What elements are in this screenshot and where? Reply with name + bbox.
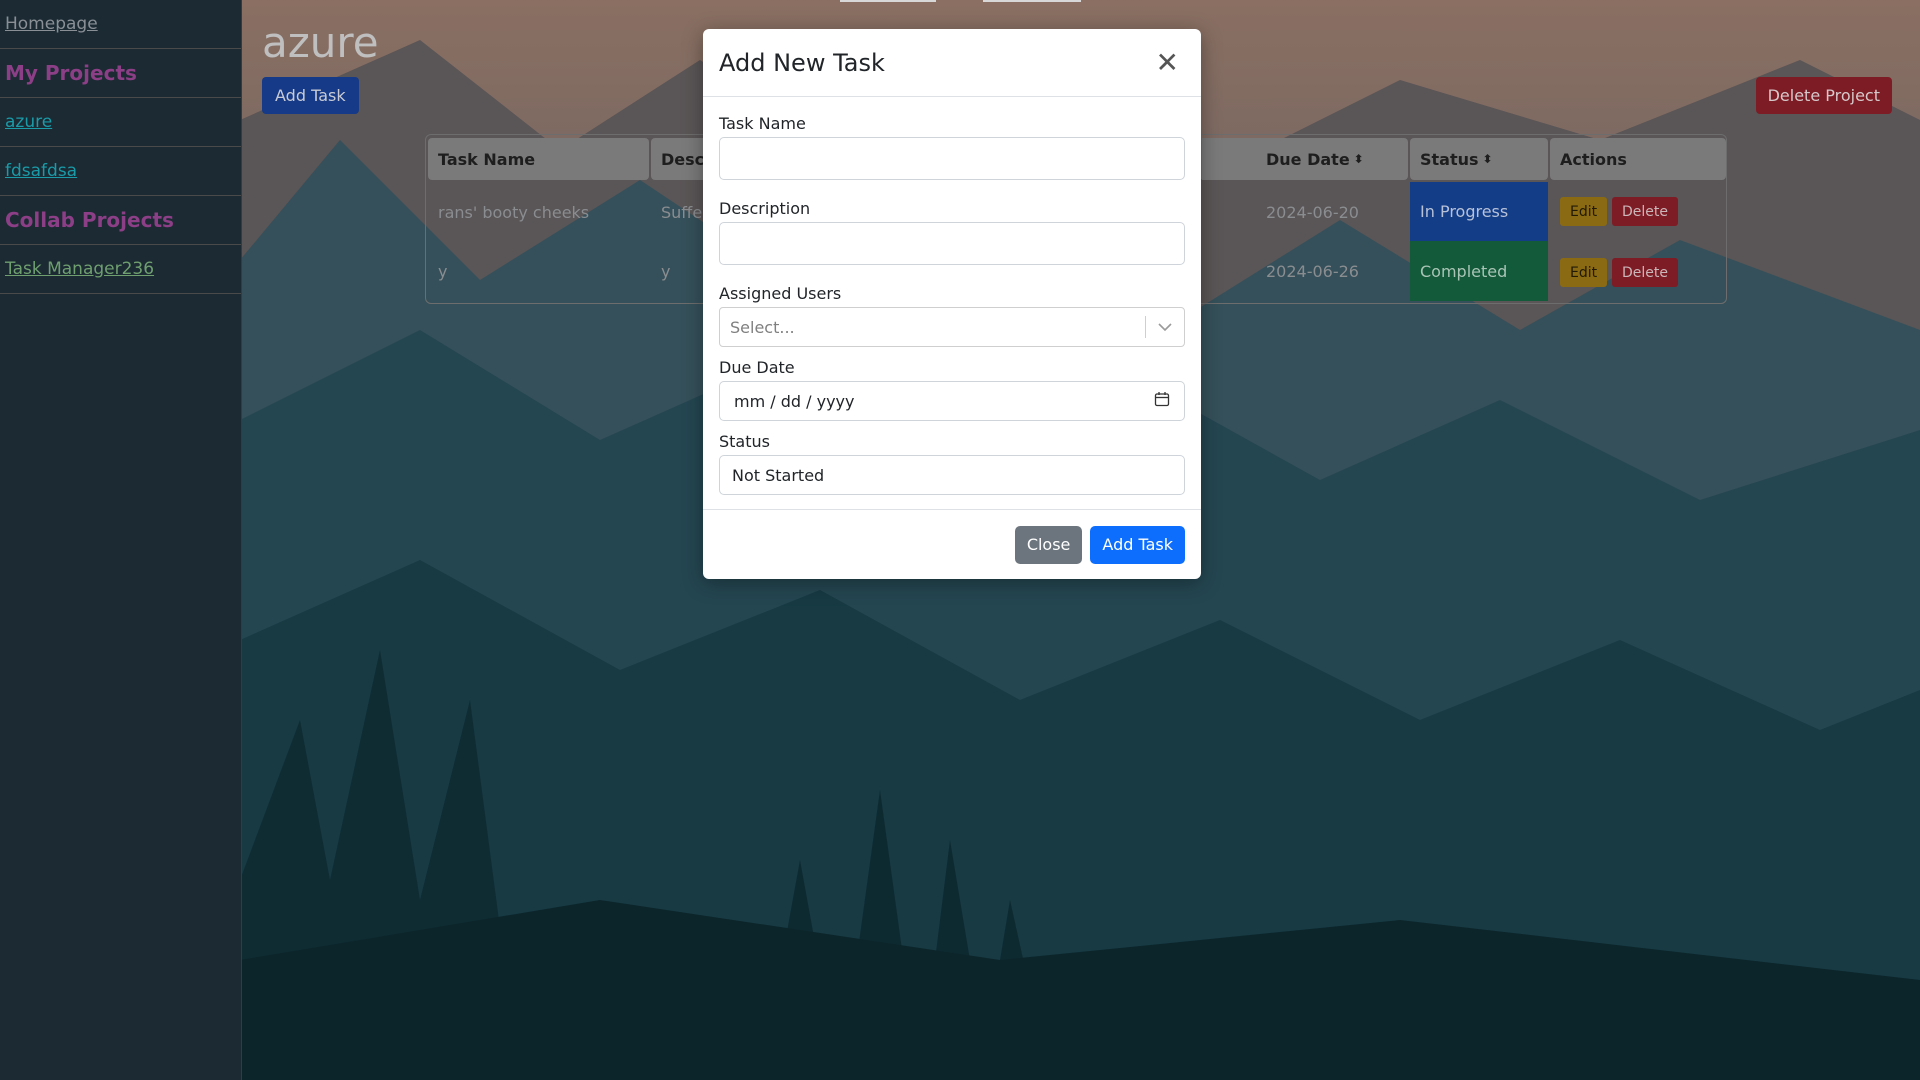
modal-title: Add New Task bbox=[719, 48, 885, 77]
status-select[interactable]: Not Started bbox=[719, 455, 1185, 495]
assigned-users-placeholder: Select... bbox=[730, 317, 795, 337]
close-button[interactable]: Close bbox=[1014, 525, 1083, 564]
modal-header: Add New Task ✕ bbox=[703, 29, 1201, 97]
due-date-input[interactable]: mm / dd / yyyy bbox=[719, 381, 1185, 421]
chevron-down-icon[interactable] bbox=[1146, 322, 1184, 332]
status-label: Status bbox=[719, 431, 770, 451]
submit-add-task-button[interactable]: Add Task bbox=[1090, 525, 1185, 564]
description-input[interactable] bbox=[719, 222, 1185, 265]
modal-body: Task Name Description Assigned Users Sel… bbox=[703, 97, 1201, 495]
task-name-label: Task Name bbox=[719, 113, 806, 133]
due-date-placeholder: mm / dd / yyyy bbox=[734, 391, 855, 411]
description-label: Description bbox=[719, 198, 811, 218]
assigned-users-label: Assigned Users bbox=[719, 283, 842, 303]
due-date-label: Due Date bbox=[719, 357, 795, 377]
close-icon[interactable]: ✕ bbox=[1150, 48, 1185, 78]
assigned-users-select[interactable]: Select... bbox=[719, 307, 1185, 347]
select-indicators bbox=[1145, 316, 1184, 338]
calendar-icon[interactable] bbox=[1154, 391, 1170, 411]
task-name-input[interactable] bbox=[719, 137, 1185, 180]
add-task-modal: Add New Task ✕ Task Name Description Ass… bbox=[703, 29, 1201, 579]
modal-footer: Close Add Task bbox=[703, 509, 1201, 579]
